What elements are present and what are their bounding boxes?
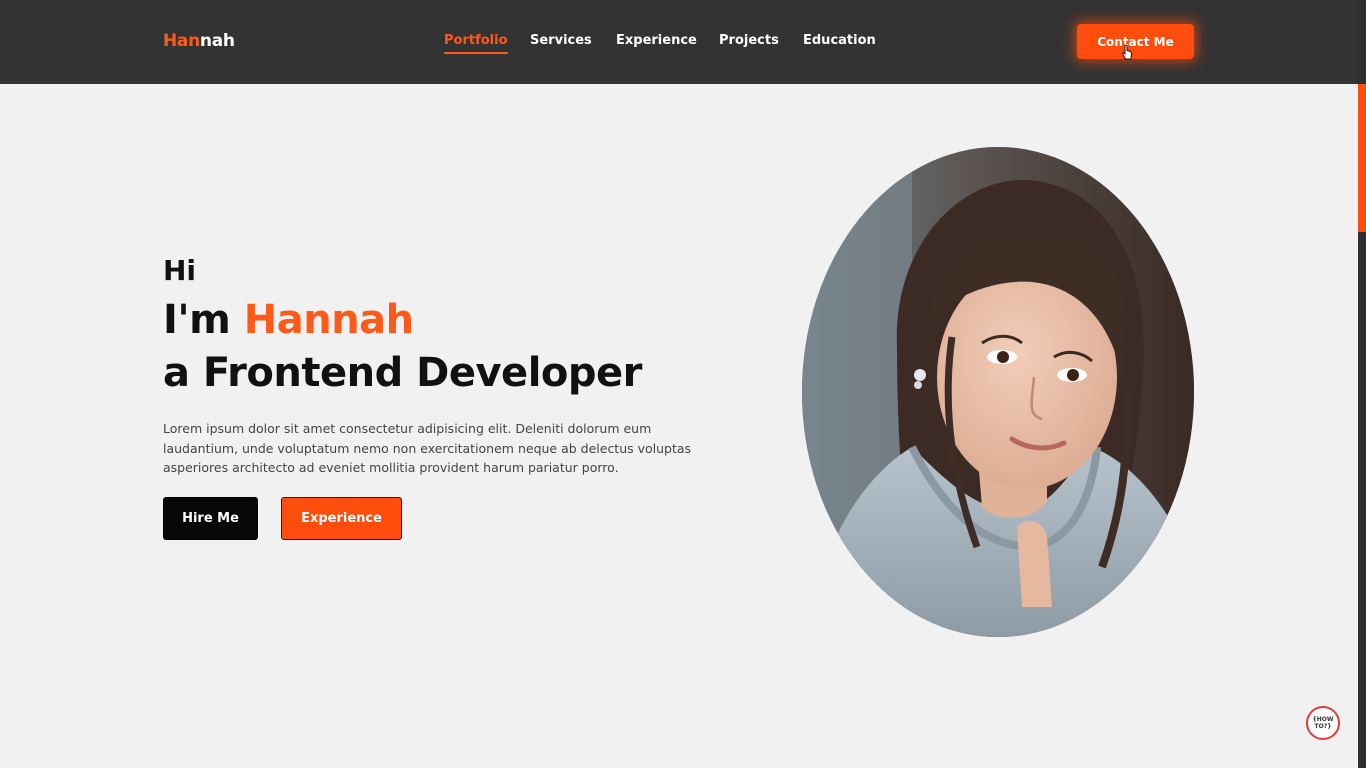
nav-item-experience[interactable]: Experience (616, 33, 697, 48)
hire-me-button[interactable]: Hire Me (163, 497, 258, 540)
hero-greeting: Hi (163, 254, 197, 287)
logo-white-text: nah (199, 31, 235, 51)
nav-item-projects[interactable]: Projects (719, 33, 779, 48)
top-navbar: Hannah Portfolio Services Experience Pro… (0, 0, 1358, 84)
profile-photo (802, 147, 1194, 637)
experience-button[interactable]: Experience (281, 497, 402, 540)
hero-description: Lorem ipsum dolor sit amet consectetur a… (163, 421, 692, 475)
hero-role: a Frontend Developer (163, 350, 642, 396)
how-to-badge[interactable]: {HOW TO?} (1306, 706, 1340, 740)
logo-accent-text: Han (163, 31, 200, 51)
page-scrollbar[interactable] (1358, 0, 1366, 768)
brand-logo[interactable]: Hannah (163, 31, 235, 51)
hero-headline: I'm Hannah a Frontend Developer (163, 295, 642, 398)
scrollbar-thumb[interactable] (1358, 84, 1366, 232)
hand-pointer-icon (1121, 44, 1132, 60)
portrait-illustration (802, 147, 1194, 637)
hero-intro: I'm (163, 297, 231, 343)
nav-item-services[interactable]: Services (530, 33, 592, 48)
hero-name: Hannah (243, 297, 414, 343)
contact-me-button[interactable]: Contact Me (1077, 24, 1194, 59)
nav-item-education[interactable]: Education (803, 33, 876, 48)
nav-item-portfolio[interactable]: Portfolio (444, 33, 508, 54)
